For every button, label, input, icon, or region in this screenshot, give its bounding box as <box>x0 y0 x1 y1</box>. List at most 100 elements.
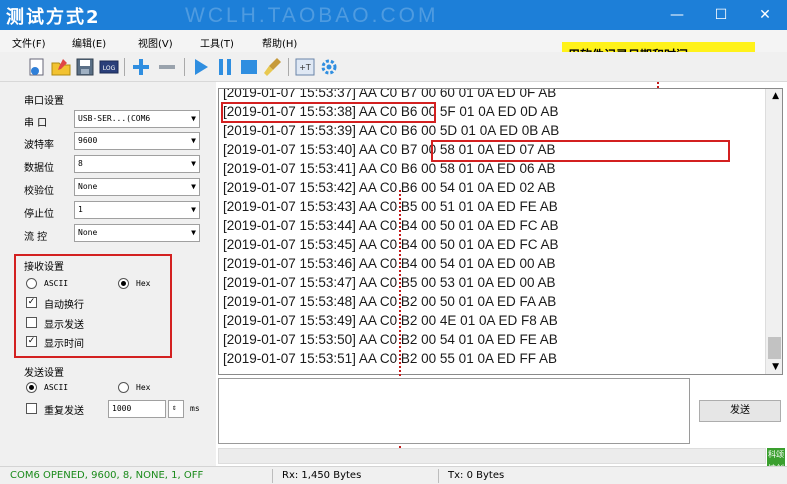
baud-value: 9600 <box>78 136 98 145</box>
send-ascii-radio[interactable] <box>26 382 37 393</box>
stopbits-value: 1 <box>78 205 83 214</box>
interval-spinner[interactable]: ⇕ <box>168 400 184 418</box>
log-line: [2019-01-07 15:53:44] AA C0 B4 00 50 01 … <box>223 218 559 233</box>
menu-edit[interactable]: 编辑(E) <box>72 35 106 50</box>
send-hex-radio[interactable] <box>118 382 129 393</box>
close-button[interactable]: ✕ <box>743 0 787 30</box>
flow-select[interactable]: None ▼ <box>74 224 200 242</box>
status-tx: Tx: 0 Bytes <box>448 470 505 481</box>
port-select[interactable]: USB-SER...(COM6 ▼ <box>74 110 200 128</box>
send-textbox[interactable] <box>218 378 690 444</box>
log-line: [2019-01-07 15:53:49] AA C0 B2 00 4E 01 … <box>223 313 558 328</box>
svg-text:+T: +T <box>299 63 311 72</box>
status-rx: Rx: 1,450 Bytes <box>282 470 362 481</box>
minimize-button[interactable]: — <box>655 0 699 30</box>
menu-file[interactable]: 文件(F) <box>12 35 46 50</box>
settings-panel: 串口设置 串 口 USB-SER...(COM6 ▼ 波特率 9600 ▼ 数据位 … <box>0 82 216 472</box>
port-value: USB-SER...(COM6 <box>78 114 151 123</box>
interval-input[interactable]: 1000 <box>108 400 166 418</box>
menu-tools[interactable]: 工具(T) <box>200 35 234 50</box>
chevron-down-icon: ▼ <box>191 159 196 168</box>
parity-label: 校验位 <box>24 186 54 197</box>
save-icon[interactable] <box>74 56 96 78</box>
data-highlight <box>431 140 730 162</box>
send-ascii-label: ASCII <box>44 383 69 392</box>
log-line: [2019-01-07 15:53:41] AA C0 B6 00 58 01 … <box>223 161 556 176</box>
chevron-down-icon: ▼ <box>191 205 196 214</box>
send-hex-label: Hex <box>136 383 151 392</box>
status-divider <box>438 469 439 483</box>
databits-label: 数据位 <box>24 163 54 174</box>
title-bar: 测试方式2 WCLH.TAOBAO.COM — ☐ ✕ <box>0 0 787 30</box>
new-icon[interactable] <box>26 56 48 78</box>
parity-value: None <box>78 182 98 191</box>
parity-select[interactable]: None ▼ <box>74 178 200 196</box>
play-icon[interactable] <box>190 56 212 78</box>
chevron-down-icon: ▼ <box>191 136 196 145</box>
horizontal-scrollbar[interactable] <box>218 448 766 464</box>
open-icon[interactable] <box>50 56 72 78</box>
scroll-thumb[interactable] <box>768 337 781 359</box>
log-line: [2019-01-07 15:53:39] AA C0 B6 00 5D 01 … <box>223 123 560 138</box>
maximize-button[interactable]: ☐ <box>699 0 743 30</box>
settings-icon[interactable] <box>318 56 340 78</box>
show-send-label: 显示发送 <box>44 320 84 331</box>
scroll-down-icon[interactable]: ▼ <box>772 362 779 372</box>
stopbits-select[interactable]: 1 ▼ <box>74 201 200 219</box>
show-time-checkbox[interactable]: ✓ <box>26 336 37 347</box>
hex-icon[interactable]: +T <box>294 56 316 78</box>
receive-group-title: 接收设置 <box>24 262 64 273</box>
flow-value: None <box>78 228 98 237</box>
port-label: 串 口 <box>24 118 48 129</box>
clear-icon[interactable] <box>262 56 284 78</box>
plus-icon[interactable] <box>130 56 152 78</box>
spin-icon: ⇕ <box>172 403 177 412</box>
receive-textbox[interactable]: [2019-01-07 15:53:37] AA C0 B7 00 60 01 … <box>218 88 783 375</box>
scroll-up-icon[interactable]: ▲ <box>772 91 779 101</box>
log-line: [2019-01-07 15:53:43] AA C0 B5 00 51 01 … <box>223 199 558 214</box>
serial-group-title: 串口设置 <box>24 96 64 107</box>
log-line: [2019-01-07 15:53:48] AA C0 B2 00 50 01 … <box>223 294 557 309</box>
menu-help[interactable]: 帮助(H) <box>262 35 297 50</box>
chevron-down-icon: ▼ <box>191 114 196 123</box>
vertical-scrollbar[interactable]: ▲ ▼ <box>765 89 782 374</box>
interval-value: 1000 <box>112 404 132 413</box>
auto-wrap-checkbox[interactable]: ✓ <box>26 297 37 308</box>
status-bar: COM6 OPENED, 9600, 8, NONE, 1, OFF Rx: 1… <box>0 466 787 484</box>
chevron-down-icon: ▼ <box>191 228 196 237</box>
receive-hex-radio[interactable] <box>118 278 129 289</box>
databits-select[interactable]: 8 ▼ <box>74 155 200 173</box>
interval-unit: ms <box>190 404 200 413</box>
baud-select[interactable]: 9600 ▼ <box>74 132 200 150</box>
pause-icon[interactable] <box>214 56 236 78</box>
watermark: WCLH.TAOBAO.COM <box>185 4 439 27</box>
show-send-checkbox[interactable] <box>26 317 37 328</box>
menu-view[interactable]: 视图(V) <box>138 35 173 50</box>
auto-wrap-label: 自动换行 <box>44 300 84 311</box>
log-line: [2019-01-07 15:53:51] AA C0 B2 00 55 01 … <box>223 351 557 366</box>
show-time-label: 显示时间 <box>44 339 84 350</box>
send-button[interactable]: 发送 <box>699 400 781 422</box>
chevron-down-icon: ▼ <box>191 182 196 191</box>
stopbits-label: 停止位 <box>24 209 54 220</box>
send-group-title: 发送设置 <box>24 368 64 379</box>
badge-line-1: 科颂 <box>768 450 784 459</box>
log-line: [2019-01-07 15:53:42] AA C0 B6 00 54 01 … <box>223 180 556 195</box>
svg-text:LOG: LOG <box>103 65 116 72</box>
status-divider <box>272 469 273 483</box>
timestamp-highlight <box>221 102 436 123</box>
repeat-send-label: 重复发送 <box>44 406 84 417</box>
toolbar: LOG +T <box>0 52 787 82</box>
log-line: [2019-01-07 15:53:47] AA C0 B5 00 53 01 … <box>223 275 556 290</box>
flow-label: 流 控 <box>24 232 48 243</box>
stop-icon[interactable] <box>238 56 260 78</box>
databits-value: 8 <box>78 159 83 168</box>
minus-icon[interactable] <box>156 56 178 78</box>
repeat-send-checkbox[interactable] <box>26 403 37 414</box>
status-connection: COM6 OPENED, 9600, 8, NONE, 1, OFF <box>10 470 204 481</box>
log-icon[interactable]: LOG <box>98 56 120 78</box>
receive-ascii-radio[interactable] <box>26 278 37 289</box>
receive-hex-label: Hex <box>136 279 151 288</box>
log-line: [2019-01-07 15:53:37] AA C0 B7 00 60 01 … <box>223 88 557 100</box>
log-line: [2019-01-07 15:53:50] AA C0 B2 00 54 01 … <box>223 332 558 347</box>
